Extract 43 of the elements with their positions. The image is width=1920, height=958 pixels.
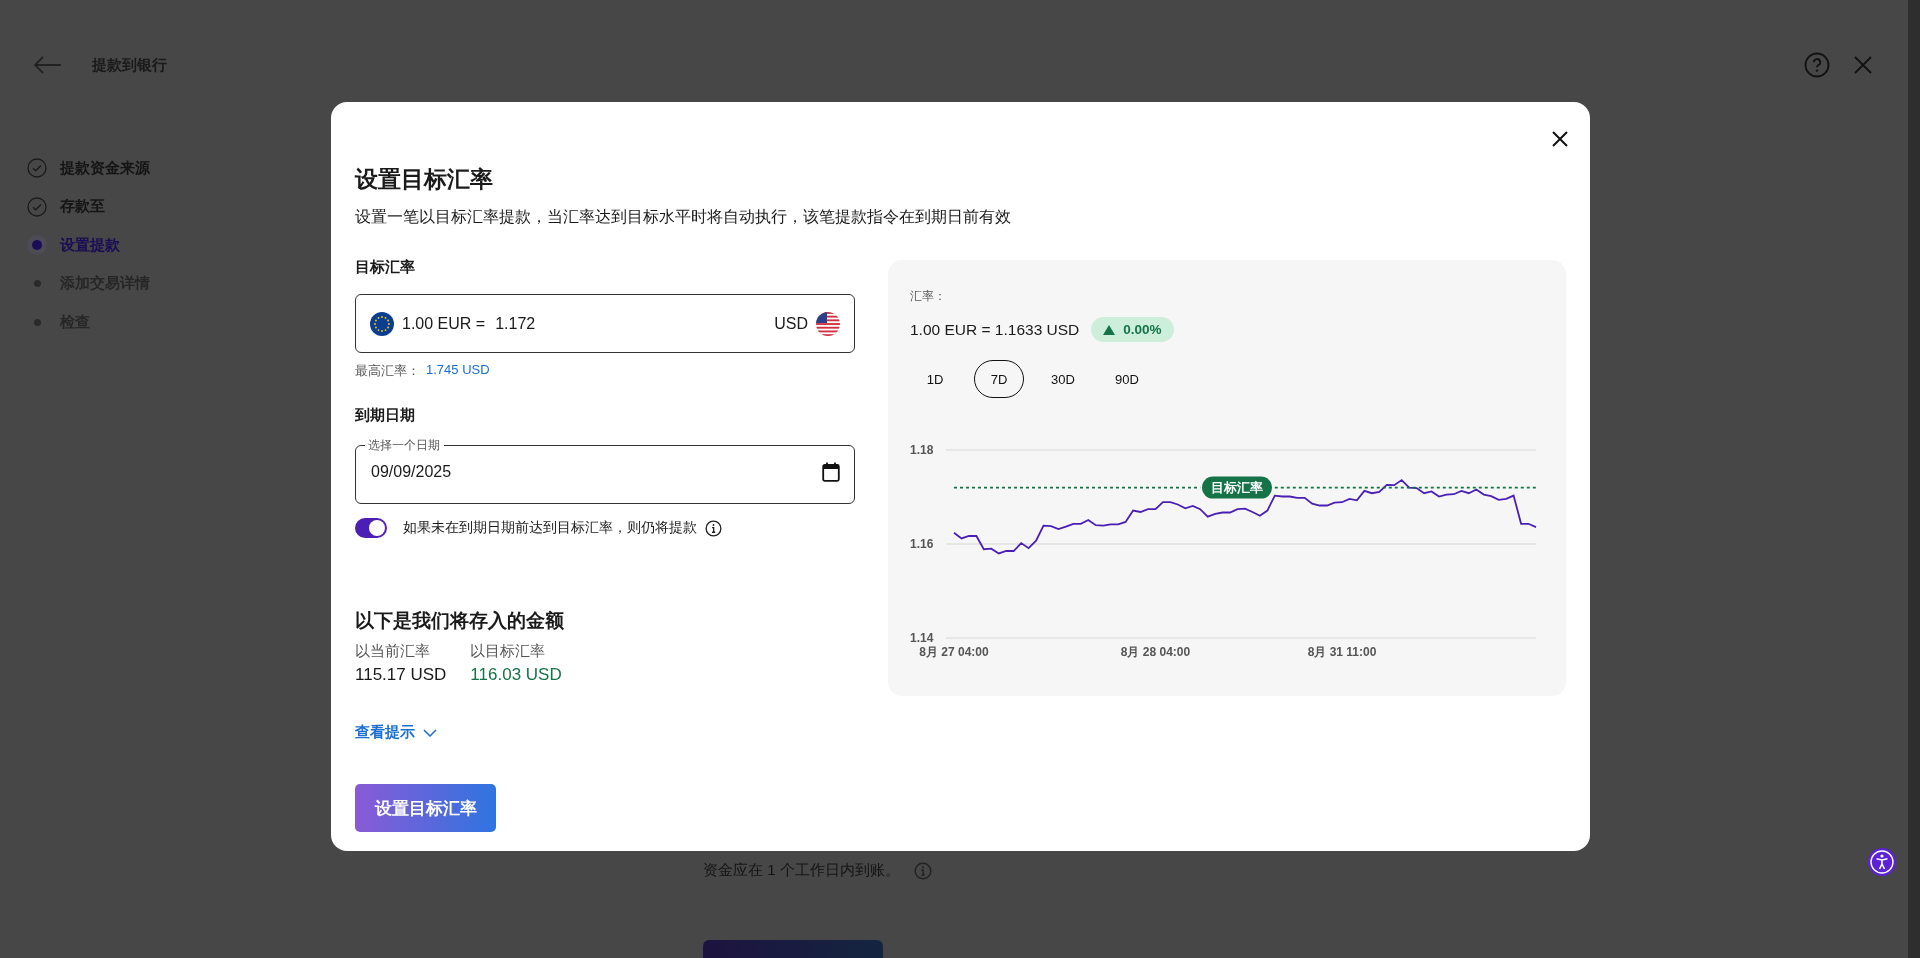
x-tick-label: 8月 27 04:00 [919,645,989,659]
period-tab[interactable]: 1D [910,360,960,398]
toggle-label: 如果未在到期日期前达到目标汇率，则仍将提款 [403,519,697,537]
rate-label: 汇率： [910,288,947,305]
current-rate: 1.00 EUR = 1.1633 USD [910,320,1080,339]
tips-link[interactable]: 查看提示 [355,723,437,742]
amount-value: 115.17 USD [355,665,447,685]
dialog-subtitle: 设置一笔以目标汇率提款，当汇率达到目标水平时将自动执行，该笔提款指令在到期日前有效 [355,207,1012,227]
y-tick-label: 1.16 [910,537,934,551]
date-field[interactable]: 选择一个日期 09/09/2025 [355,438,855,504]
amount-label: 以当前汇率 [355,642,431,661]
toggle-switch[interactable] [355,518,387,538]
y-tick-label: 1.18 [910,443,934,457]
target-rate-tag-label: 目标汇率 [1211,481,1263,496]
x-tick-label: 8月 28 04:00 [1120,645,1191,659]
pending-step-dot [33,280,41,288]
close-icon[interactable] [1552,131,1568,147]
set-target-rate-button[interactable]: 设置目标汇率 [355,784,496,832]
dialog-title: 设置目标汇率 [355,165,494,194]
target-rate-tag [1202,476,1272,499]
eu-flag-icon [370,311,394,336]
period-tab[interactable]: 90D [1102,360,1152,398]
us-flag-icon [816,311,840,336]
x-tick-label: 8月 31 11:00 [1307,645,1377,659]
change-badge: 0.00% [1091,317,1174,342]
field-label: 到期日期 [355,406,416,425]
target-rate-field[interactable]: 1.00 EUR = 1.172 USD [355,294,855,353]
accessibility-icon[interactable] [1867,847,1897,877]
max-rate-value[interactable]: 1.745 USD [426,362,490,380]
calendar-icon[interactable] [822,462,840,482]
y-tick-label: 1.14 [910,631,934,645]
chevron-down-icon[interactable] [423,728,437,737]
max-rate-label: 最高汇率： [355,362,420,380]
amount-value: 116.03 USD [470,665,562,685]
field-label: 目标汇率 [355,258,416,277]
scrollbar[interactable] [1908,0,1920,958]
section-heading: 以下是我们将存入的金额 [355,609,565,633]
check-circle-icon [27,196,47,217]
amount-label: 以目标汇率 [470,642,547,661]
pending-step-dot [33,318,41,326]
info-icon[interactable] [705,519,722,537]
period-tab[interactable]: 30D [1038,360,1088,398]
check-circle-icon [27,158,47,179]
